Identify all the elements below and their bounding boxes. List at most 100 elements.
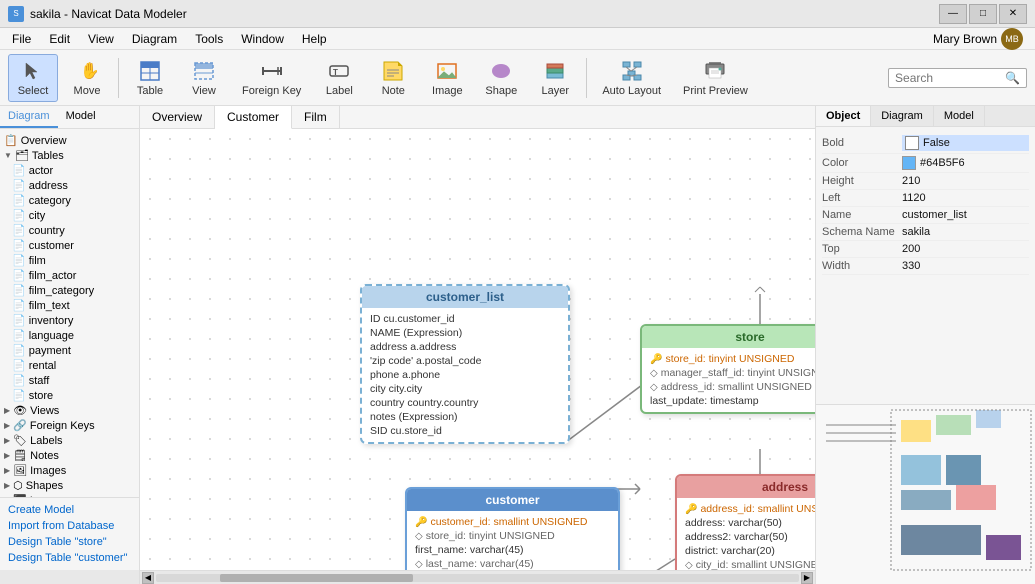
menu-view[interactable]: View: [80, 30, 122, 48]
tree-table-actor[interactable]: 📄actor: [0, 163, 139, 178]
tree-fk-group[interactable]: ▶ 🔗 Foreign Keys: [0, 418, 139, 433]
tree-table-city[interactable]: 📄city: [0, 208, 139, 223]
tool-label[interactable]: T Label: [314, 54, 364, 102]
scroll-right-btn[interactable]: ▶: [801, 572, 813, 584]
tool-layer[interactable]: Layer: [530, 54, 580, 102]
auto-layout-icon: [620, 59, 644, 83]
fk-icon: ◇: [415, 531, 423, 542]
prop-top: Top 200: [822, 241, 1029, 258]
center-panel: Overview Customer Film: [140, 106, 815, 584]
tree-tab-model[interactable]: Model: [58, 106, 104, 128]
tree-table-customer[interactable]: 📄customer: [0, 238, 139, 253]
action-design-customer[interactable]: Design Table "customer": [4, 550, 135, 566]
menu-items: File Edit View Diagram Tools Window Help: [4, 30, 335, 48]
tree-table-rental[interactable]: 📄rental: [0, 358, 139, 373]
bold-checkbox[interactable]: [905, 136, 919, 150]
scroll-thumb[interactable]: [220, 574, 413, 582]
table-item-icon: 📄: [12, 179, 26, 192]
tree-labels-group[interactable]: ▶ 🏷 Labels: [0, 433, 139, 448]
maximize-btn[interactable]: □: [969, 4, 997, 24]
tool-view-label: View: [192, 85, 216, 97]
field-row: ◇ store_id: tinyint UNSIGNED: [415, 529, 610, 543]
table-item-icon: 📄: [12, 389, 26, 402]
tree-table-film[interactable]: 📄film: [0, 253, 139, 268]
minimize-btn[interactable]: —: [939, 4, 967, 24]
prop-color-value[interactable]: #64B5F6: [902, 156, 1029, 170]
diagram-tab-customer[interactable]: Customer: [215, 106, 292, 129]
tool-view[interactable]: View: [179, 54, 229, 102]
action-design-store[interactable]: Design Table "store": [4, 534, 135, 550]
tree-views-group[interactable]: ▶ 👁 Views: [0, 403, 139, 418]
tool-move[interactable]: ✋ Move: [62, 54, 112, 102]
tool-table[interactable]: Table: [125, 54, 175, 102]
prop-schema-name: Schema Name sakila: [822, 224, 1029, 241]
table-address-header: address: [677, 476, 815, 498]
tool-foreign-key[interactable]: Foreign Key: [233, 54, 310, 102]
tree-table-address[interactable]: 📄address: [0, 178, 139, 193]
search-box[interactable]: 🔍: [888, 68, 1027, 88]
tree-tab-diagram[interactable]: Diagram: [0, 106, 58, 128]
table-customer-list[interactable]: customer_list ID cu.customer_id NAME (Ex…: [360, 284, 570, 444]
tree-table-store[interactable]: 📄store: [0, 388, 139, 403]
tool-select[interactable]: Select: [8, 54, 58, 102]
scroll-left-btn[interactable]: ◀: [142, 572, 154, 584]
tree-tables-label: Tables: [32, 150, 64, 162]
pk-icon: 🔑: [415, 517, 427, 528]
prop-bold-value[interactable]: False: [902, 135, 1029, 151]
tree-table-film-category[interactable]: 📄film_category: [0, 283, 139, 298]
action-create-model[interactable]: Create Model: [4, 502, 135, 518]
user-area: Mary Brown MB: [933, 28, 1031, 50]
table-store[interactable]: store 🔑 store_id: tinyint UNSIGNED ◇ man…: [640, 324, 815, 414]
tree-table-inventory[interactable]: 📄inventory: [0, 313, 139, 328]
prop-height-value: 210: [902, 175, 1029, 187]
user-name: Mary Brown: [933, 32, 997, 46]
tool-shape-label: Shape: [485, 85, 517, 97]
menu-diagram[interactable]: Diagram: [124, 30, 185, 48]
tool-auto-layout[interactable]: Auto Layout: [593, 54, 670, 102]
tree-table-language[interactable]: 📄language: [0, 328, 139, 343]
diagram-tab-film[interactable]: Film: [292, 106, 340, 128]
tree-table-payment[interactable]: 📄payment: [0, 343, 139, 358]
color-swatch[interactable]: [902, 156, 916, 170]
diagram-tab-overview[interactable]: Overview: [140, 106, 215, 128]
tree-table-film-text[interactable]: 📄film_text: [0, 298, 139, 313]
tree-table-category[interactable]: 📄category: [0, 193, 139, 208]
table-item-icon: 📄: [12, 374, 26, 387]
close-btn[interactable]: ✕: [999, 4, 1027, 24]
tree-table-film-actor[interactable]: 📄film_actor: [0, 268, 139, 283]
right-tab-model[interactable]: Model: [934, 106, 985, 126]
tree-scrollbar[interactable]: [0, 570, 139, 584]
tree-notes-group[interactable]: ▶ 🗒 Notes: [0, 448, 139, 463]
title-bar-left: S sakila - Navicat Data Modeler: [8, 6, 187, 22]
horizontal-scrollbar[interactable]: ◀ ▶: [140, 570, 815, 584]
table-customer[interactable]: customer 🔑 customer_id: smallint UNSIGNE…: [405, 487, 620, 570]
tree-overview[interactable]: 📋 Overview: [0, 133, 139, 148]
tree-images-group[interactable]: ▶ 🖼 Images: [0, 463, 139, 478]
menu-window[interactable]: Window: [233, 30, 292, 48]
tree-tabs: Diagram Model: [0, 106, 139, 129]
field-row: address a.address: [370, 340, 560, 354]
menu-help[interactable]: Help: [294, 30, 335, 48]
menu-tools[interactable]: Tools: [187, 30, 231, 48]
right-tab-object[interactable]: Object: [816, 106, 871, 126]
diagram-canvas[interactable]: customer_list ID cu.customer_id NAME (Ex…: [140, 129, 815, 570]
left-panel: Diagram Model 📋 Overview ▼ 🗂 Tables 📄act…: [0, 106, 140, 584]
tree-table-country[interactable]: 📄country: [0, 223, 139, 238]
search-input[interactable]: [895, 71, 1005, 85]
tree-shapes-group[interactable]: ▶ ⬡ Shapes: [0, 478, 139, 493]
tool-print-preview[interactable]: Print Preview: [674, 54, 757, 102]
tool-shape[interactable]: Shape: [476, 54, 526, 102]
tool-image[interactable]: Image: [422, 54, 472, 102]
right-tab-diagram[interactable]: Diagram: [871, 106, 934, 126]
table-address[interactable]: address 🔑 address_id: smallint UNSIGNED …: [675, 474, 815, 570]
tree-tables-group[interactable]: ▼ 🗂 Tables: [0, 148, 139, 163]
tree-views-label: Views: [30, 405, 59, 417]
menu-file[interactable]: File: [4, 30, 39, 48]
tree-table-staff[interactable]: 📄staff: [0, 373, 139, 388]
action-import-db[interactable]: Import from Database: [4, 518, 135, 534]
svg-text:T: T: [333, 68, 338, 77]
title-bar-controls[interactable]: — □ ✕: [939, 4, 1027, 24]
menu-edit[interactable]: Edit: [41, 30, 78, 48]
prop-color: Color #64B5F6: [822, 154, 1029, 173]
tool-note[interactable]: Note: [368, 54, 418, 102]
